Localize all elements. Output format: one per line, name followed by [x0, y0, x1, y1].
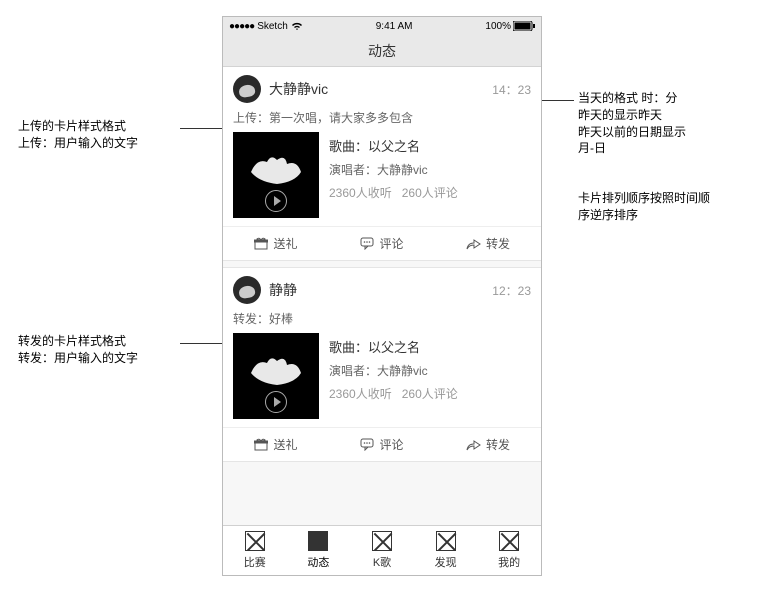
tab-feed[interactable]: 动态 — [287, 526, 351, 575]
tab-label: 比赛 — [244, 554, 266, 570]
wifi-icon — [291, 22, 303, 31]
album-cover[interactable] — [233, 333, 319, 419]
comment-icon — [360, 438, 374, 451]
song-title: 歌曲：以父之名 — [329, 337, 458, 356]
song-artist: 演唱者：大静静vic — [329, 161, 458, 178]
phone-frame: ●●●●● Sketch 9:41 AM 100% 动态 大静静vic 14：2… — [222, 16, 542, 576]
song-title: 歌曲：以父之名 — [329, 136, 458, 155]
placeholder-icon — [372, 531, 392, 551]
tab-label: 动态 — [307, 554, 329, 570]
card-actions: 送礼 评论 转发 — [223, 427, 541, 461]
placeholder-icon — [436, 531, 456, 551]
annotation-repost-text: 转发：用户输入的文字 — [18, 350, 188, 367]
annotation-time-format-3: 昨天以前的日期显示 — [578, 124, 738, 141]
feed-content[interactable]: 大静静vic 14：23 上传：第一次唱，请大家多多包含 歌曲：以父之名 演唱者… — [223, 67, 541, 525]
placeholder-icon — [499, 531, 519, 551]
comment-count: 260人评论 — [402, 387, 458, 401]
tab-contest[interactable]: 比赛 — [223, 526, 287, 575]
annotation-time-format-1: 当天的格式 时：分 — [578, 90, 738, 107]
annotation-time-format-4: 月-日 — [578, 140, 738, 157]
share-label: 转发 — [486, 436, 510, 453]
share-button[interactable]: 转发 — [435, 428, 541, 461]
tab-label: K歌 — [373, 554, 391, 570]
tab-me[interactable]: 我的 — [477, 526, 541, 575]
song-row[interactable]: 歌曲：以父之名 演唱者：大静静vic 2360人收听 260人评论 — [223, 132, 541, 226]
comment-label: 评论 — [379, 235, 403, 252]
comment-icon — [360, 237, 374, 250]
feed-card: 大静静vic 14：23 上传：第一次唱，请大家多多包含 歌曲：以父之名 演唱者… — [223, 67, 541, 261]
annotation-upload-format: 上传的卡片样式格式 — [18, 118, 188, 135]
gift-label: 送礼 — [273, 436, 297, 453]
annotation-sort-order-1: 卡片排列顺序按照时间顺 — [578, 190, 748, 207]
tab-bar: 比赛 动态 K歌 发现 我的 — [223, 525, 541, 575]
comment-count: 260人评论 — [402, 186, 458, 200]
status-bar: ●●●●● Sketch 9:41 AM 100% — [223, 17, 541, 35]
tab-label: 发现 — [435, 554, 457, 570]
username[interactable]: 静静 — [269, 280, 484, 300]
annotation-sort-order-2: 序逆序排序 — [578, 207, 748, 224]
comment-button[interactable]: 评论 — [329, 428, 435, 461]
gift-button[interactable]: 送礼 — [223, 227, 329, 260]
username[interactable]: 大静静vic — [269, 79, 484, 99]
gift-icon — [254, 237, 268, 250]
carrier-label: Sketch — [257, 21, 288, 32]
status-time: 9:41 AM — [376, 21, 413, 32]
placeholder-icon — [245, 531, 265, 551]
post-time: 14：23 — [492, 81, 531, 98]
comment-label: 评论 — [379, 436, 403, 453]
share-icon — [466, 238, 481, 250]
comment-button[interactable]: 评论 — [329, 227, 435, 260]
song-meta: 歌曲：以父之名 演唱者：大静静vic 2360人收听 260人评论 — [329, 132, 458, 218]
battery-percent: 100% — [485, 21, 511, 32]
card-header: 静静 12：23 — [223, 268, 541, 308]
battery-icon — [513, 21, 535, 31]
song-row[interactable]: 歌曲：以父之名 演唱者：大静静vic 2360人收听 260人评论 — [223, 333, 541, 427]
avatar[interactable] — [233, 276, 261, 304]
song-stats: 2360人收听 260人评论 — [329, 385, 458, 402]
nav-bar: 动态 — [223, 35, 541, 67]
signal-dots-icon: ●●●●● — [229, 21, 254, 32]
song-stats: 2360人收听 260人评论 — [329, 184, 458, 201]
tab-karaoke[interactable]: K歌 — [350, 526, 414, 575]
gift-button[interactable]: 送礼 — [223, 428, 329, 461]
album-cover[interactable] — [233, 132, 319, 218]
hands-icon — [247, 152, 305, 188]
play-icon[interactable] — [265, 391, 287, 413]
share-label: 转发 — [486, 235, 510, 252]
page-title: 动态 — [368, 41, 396, 61]
status-battery: 100% — [485, 21, 535, 32]
post-time: 12：23 — [492, 282, 531, 299]
gift-icon — [254, 438, 268, 451]
post-caption: 上传：第一次唱，请大家多多包含 — [223, 107, 541, 132]
song-artist: 演唱者：大静静vic — [329, 362, 458, 379]
hands-icon — [247, 353, 305, 389]
annotation-time-format-2: 昨天的显示昨天 — [578, 107, 738, 124]
card-header: 大静静vic 14：23 — [223, 67, 541, 107]
gift-label: 送礼 — [273, 235, 297, 252]
feed-card: 静静 12：23 转发：好棒 歌曲：以父之名 演唱者：大静静vic 2360人收… — [223, 267, 541, 462]
tab-label: 我的 — [498, 554, 520, 570]
listen-count: 2360人收听 — [329, 387, 392, 401]
placeholder-icon — [308, 531, 328, 551]
play-icon[interactable] — [265, 190, 287, 212]
listen-count: 2360人收听 — [329, 186, 392, 200]
share-icon — [466, 439, 481, 451]
status-left: ●●●●● Sketch — [229, 21, 303, 32]
card-actions: 送礼 评论 转发 — [223, 226, 541, 260]
annotation-repost-format: 转发的卡片样式格式 — [18, 333, 188, 350]
share-button[interactable]: 转发 — [435, 227, 541, 260]
annotation-upload-text: 上传：用户输入的文字 — [18, 135, 188, 152]
tab-discover[interactable]: 发现 — [414, 526, 478, 575]
song-meta: 歌曲：以父之名 演唱者：大静静vic 2360人收听 260人评论 — [329, 333, 458, 419]
post-caption: 转发：好棒 — [223, 308, 541, 333]
avatar[interactable] — [233, 75, 261, 103]
